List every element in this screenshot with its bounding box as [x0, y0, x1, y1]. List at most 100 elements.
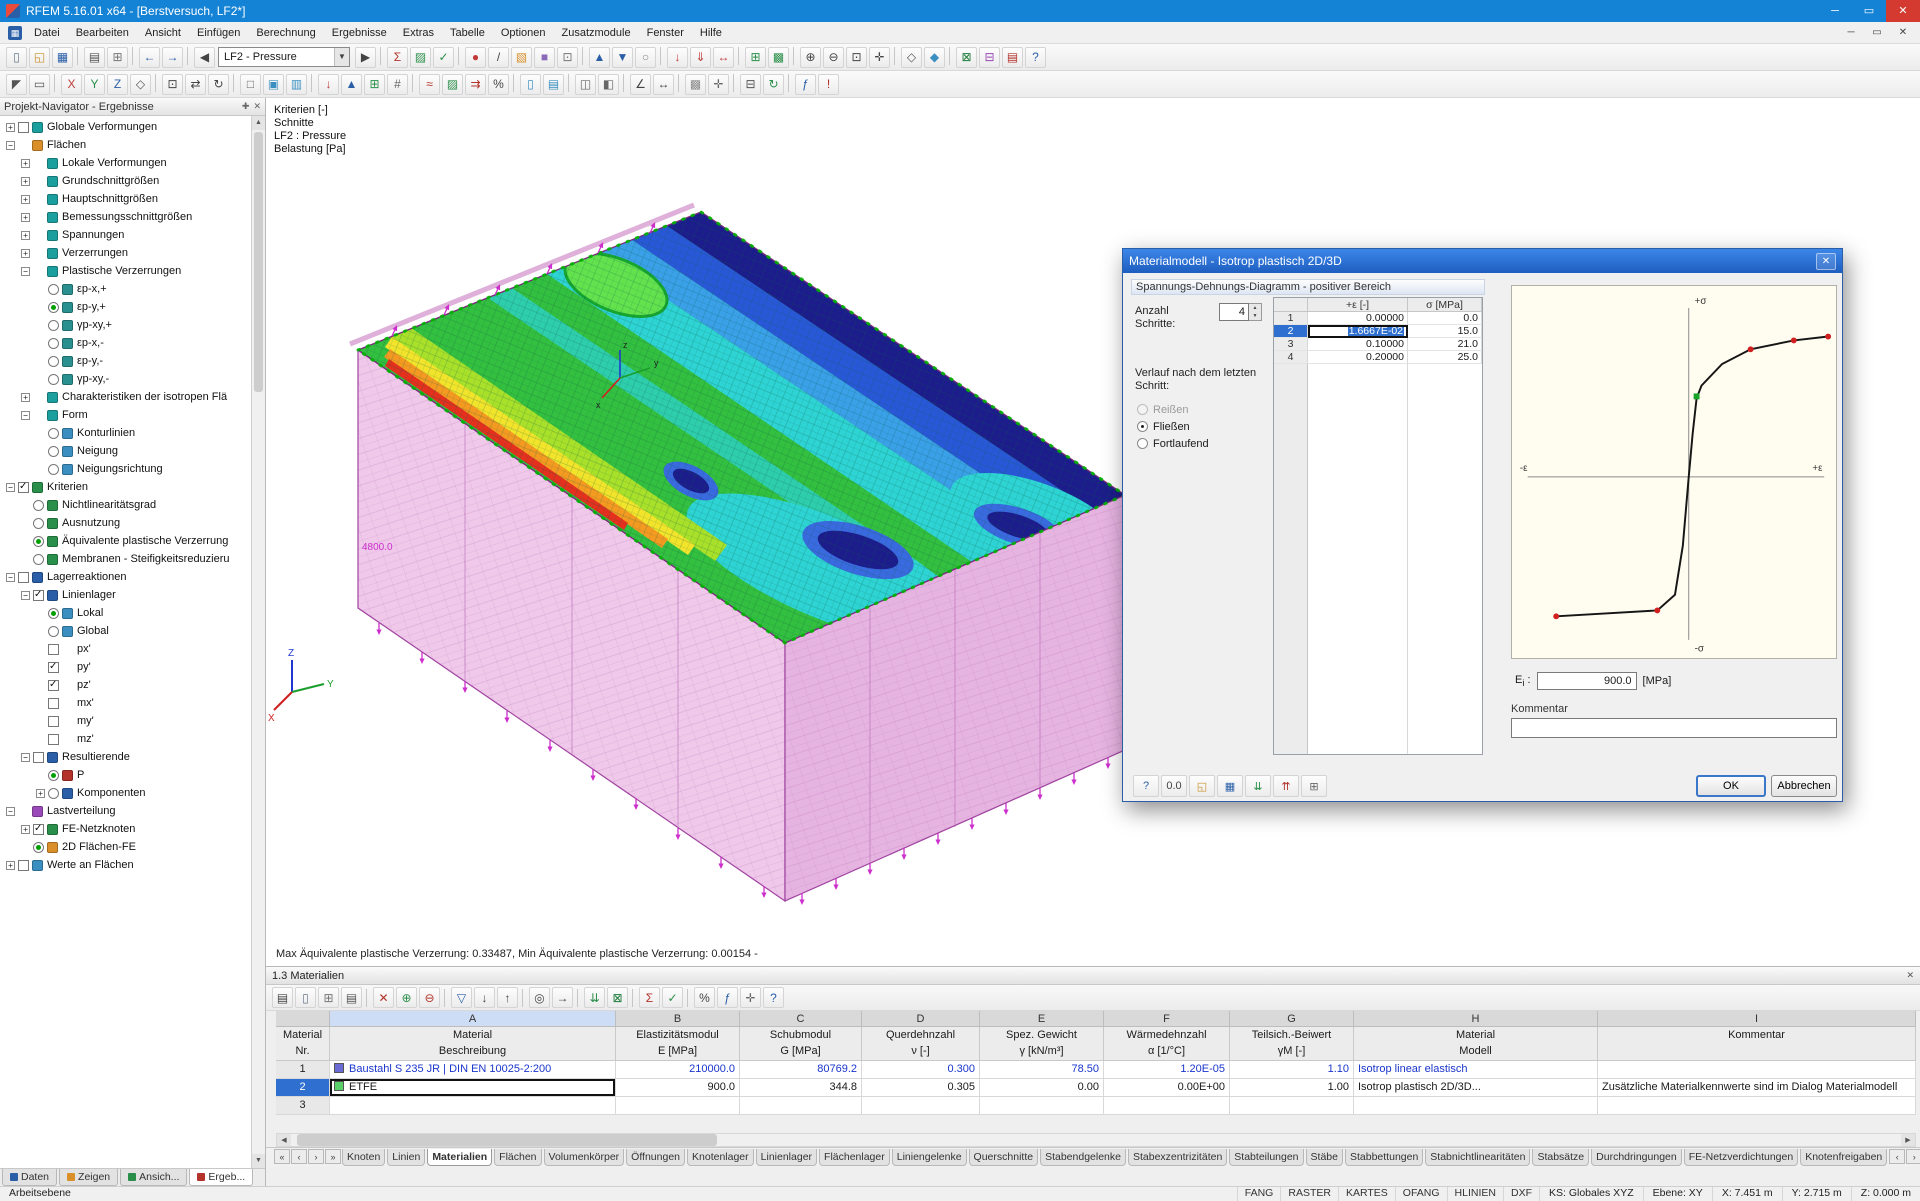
- table-list-icon[interactable]: ▤: [272, 987, 293, 1008]
- navigator-item[interactable]: εp-x,-: [0, 334, 251, 352]
- material-name-cell[interactable]: ETFE: [330, 1079, 616, 1097]
- g-modulus-cell[interactable]: 344.8: [740, 1079, 862, 1097]
- deformed-icon[interactable]: ≈: [419, 74, 440, 95]
- expander-icon[interactable]: +: [6, 123, 15, 132]
- mdi-restore-icon[interactable]: ▭: [1864, 27, 1890, 38]
- radio-option[interactable]: Reißen: [1137, 401, 1209, 418]
- expander-icon[interactable]: [36, 609, 45, 618]
- navigator-tab[interactable]: Ansich...: [120, 1169, 187, 1186]
- expander-icon[interactable]: +: [6, 861, 15, 870]
- tree-checkbox[interactable]: [48, 644, 59, 655]
- menu-item[interactable]: Tabelle: [442, 23, 493, 43]
- radio-option[interactable]: Fließen: [1137, 418, 1209, 435]
- tree-checkbox[interactable]: [48, 320, 59, 331]
- strain-stress-row[interactable]: 2 1.6667E-02 15.0: [1274, 325, 1482, 338]
- poisson-cell[interactable]: 0.305: [862, 1079, 980, 1097]
- expander-icon[interactable]: [21, 537, 30, 546]
- column-letter[interactable]: G: [1230, 1011, 1354, 1027]
- expander-icon[interactable]: +: [21, 393, 30, 402]
- tree-checkbox[interactable]: [48, 464, 59, 475]
- column-header[interactable]: Teilsich.-BeiwertγM [-]: [1230, 1027, 1354, 1061]
- row-number-cell[interactable]: 2: [276, 1079, 330, 1097]
- navigator-item[interactable]: + Bemessungsschnittgrößen: [0, 208, 251, 226]
- navigator-item[interactable]: mx': [0, 694, 251, 712]
- status-toggle[interactable]: DXF: [1503, 1187, 1539, 1201]
- decimal-places-icon[interactable]: 0.0: [1161, 775, 1187, 797]
- tree-checkbox[interactable]: [18, 122, 29, 133]
- mesh-refine-icon[interactable]: ▩: [768, 47, 789, 68]
- tree-checkbox[interactable]: [18, 860, 29, 871]
- menu-item[interactable]: Berechnung: [248, 23, 323, 43]
- spinner-up-icon[interactable]: ▲: [1249, 304, 1261, 312]
- radio-option[interactable]: Fortlaufend: [1137, 435, 1209, 452]
- expander-icon[interactable]: [21, 519, 30, 528]
- zoom-out-icon[interactable]: ⊖: [823, 47, 844, 68]
- calc-icon[interactable]: Σ: [639, 987, 660, 1008]
- table-print-icon[interactable]: ▤: [341, 987, 362, 1008]
- tab-nav-icon[interactable]: »: [325, 1149, 341, 1164]
- model-cell[interactable]: [1354, 1097, 1598, 1115]
- opening-icon[interactable]: ⊡: [557, 47, 578, 68]
- contour-icon[interactable]: ▨: [442, 74, 463, 95]
- expander-icon[interactable]: +: [21, 249, 30, 258]
- navigator-item[interactable]: + Spannungen: [0, 226, 251, 244]
- expander-icon[interactable]: −: [6, 483, 15, 492]
- table-copy-icon[interactable]: ⊞: [318, 987, 339, 1008]
- navigator-item[interactable]: py': [0, 658, 251, 676]
- modules-icon[interactable]: ⊟: [979, 47, 1000, 68]
- navigator-item[interactable]: Membranen - Steifigkeitsreduzieru: [0, 550, 251, 568]
- menu-item[interactable]: Datei: [26, 23, 68, 43]
- tab-nav-icon[interactable]: ‹: [291, 1149, 307, 1164]
- excel-icon[interactable]: ⊠: [956, 47, 977, 68]
- table-tab[interactable]: Stabbettungen: [1345, 1149, 1423, 1166]
- mdi-minimize-icon[interactable]: ─: [1838, 27, 1864, 38]
- table-row[interactable]: 1 Baustahl S 235 JR | DIN EN 10025-2:200…: [276, 1061, 1916, 1079]
- menu-item[interactable]: Einfügen: [189, 23, 248, 43]
- tab-nav-icon[interactable]: ›: [1906, 1149, 1920, 1164]
- save-icon[interactable]: ▦: [52, 47, 73, 68]
- import-curve-icon[interactable]: ⇊: [1245, 775, 1271, 797]
- view-x-icon[interactable]: X: [61, 74, 82, 95]
- help-icon[interactable]: ?: [1025, 47, 1046, 68]
- menu-item[interactable]: Ergebnisse: [324, 23, 395, 43]
- refresh-icon[interactable]: ↻: [763, 74, 784, 95]
- dimension-icon[interactable]: ↔: [653, 74, 674, 95]
- open-icon[interactable]: ◱: [29, 47, 50, 68]
- table-icon[interactable]: ⊞: [1301, 775, 1327, 797]
- poisson-cell[interactable]: [862, 1097, 980, 1115]
- background-icon[interactable]: ▩: [685, 74, 706, 95]
- section-icon[interactable]: ◫: [575, 74, 596, 95]
- print-icon[interactable]: ▤: [84, 47, 105, 68]
- prev-loadcase-icon[interactable]: ◀: [194, 47, 215, 68]
- column-header[interactable]: Kommentar: [1598, 1027, 1916, 1061]
- safety-cell[interactable]: [1230, 1097, 1354, 1115]
- values-icon[interactable]: %: [488, 74, 509, 95]
- hinge-icon[interactable]: ○: [635, 47, 656, 68]
- mdi-close-icon[interactable]: ✕: [1890, 27, 1916, 38]
- loadcase-combo[interactable]: LF2 - Pressure ▼: [218, 47, 350, 67]
- navigator-item[interactable]: P: [0, 766, 251, 784]
- next-loadcase-icon[interactable]: ▶: [355, 47, 376, 68]
- tree-checkbox[interactable]: [48, 770, 59, 781]
- expander-icon[interactable]: [36, 771, 45, 780]
- steps-spinner[interactable]: 4 ▲▼: [1219, 303, 1262, 321]
- isometric-icon[interactable]: ◇: [130, 74, 151, 95]
- maximize-icon[interactable]: ▭: [1852, 0, 1886, 22]
- table-tab[interactable]: Öffnungen: [626, 1149, 685, 1166]
- close-icon[interactable]: ✕: [1886, 0, 1920, 22]
- navigator-item[interactable]: + Globale Verformungen: [0, 118, 251, 136]
- line-icon[interactable]: /: [488, 47, 509, 68]
- tab-nav-icon[interactable]: ›: [308, 1149, 324, 1164]
- e-modulus-cell[interactable]: 900.0: [616, 1079, 740, 1097]
- expander-icon[interactable]: −: [21, 267, 30, 276]
- scroll-thumb[interactable]: [254, 132, 263, 392]
- navigator-item[interactable]: Lokal: [0, 604, 251, 622]
- navigator-item[interactable]: + FE-Netzknoten: [0, 820, 251, 838]
- menu-item[interactable]: Fenster: [639, 23, 692, 43]
- remove-row-icon[interactable]: ⊖: [419, 987, 440, 1008]
- weight-cell[interactable]: [980, 1097, 1104, 1115]
- expander-icon[interactable]: [21, 501, 30, 510]
- panel-close-icon[interactable]: ✕: [1906, 970, 1914, 981]
- navigator-item[interactable]: + Grundschnittgrößen: [0, 172, 251, 190]
- navigator-tab[interactable]: Zeigen: [59, 1169, 118, 1186]
